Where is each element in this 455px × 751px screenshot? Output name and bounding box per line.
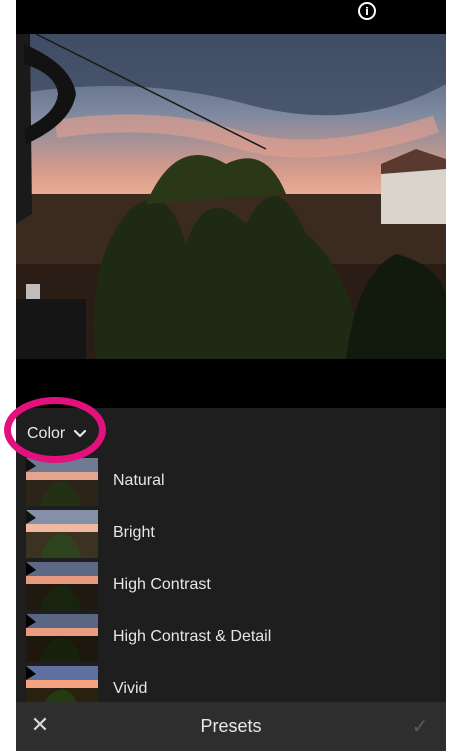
presets-panel: Color Natural Bright High Contrast High … [16,408,446,714]
category-dropdown[interactable]: Color [27,423,87,445]
preset-item-high-contrast-detail[interactable]: High Contrast & Detail [16,614,446,662]
preset-label: Vivid [113,680,148,697]
preset-item-bright[interactable]: Bright [16,510,446,558]
preset-label: Natural [113,472,165,489]
category-label: Color [27,425,66,442]
preset-label: Bright [113,524,155,541]
preset-thumbnail [26,510,98,558]
panel-title: Presets [200,716,262,736]
preset-item-high-contrast[interactable]: High Contrast [16,562,446,610]
preset-thumbnail [26,614,98,662]
photo-preview [16,34,446,359]
preset-label: High Contrast [113,576,211,593]
chevron-down-icon [74,429,87,438]
phone-screen: i Color Natural Bright High Contrast Hig… [16,0,446,751]
preset-label: High Contrast & Detail [113,628,272,645]
preset-item-natural[interactable]: Natural [16,458,446,506]
preset-thumbnail [26,562,98,610]
preset-thumbnail [26,458,98,506]
check-icon[interactable]: ✓ [408,714,432,738]
info-icon[interactable]: i [358,2,376,20]
bottom-toolbar: ✕ Presets ✓ [16,702,446,751]
